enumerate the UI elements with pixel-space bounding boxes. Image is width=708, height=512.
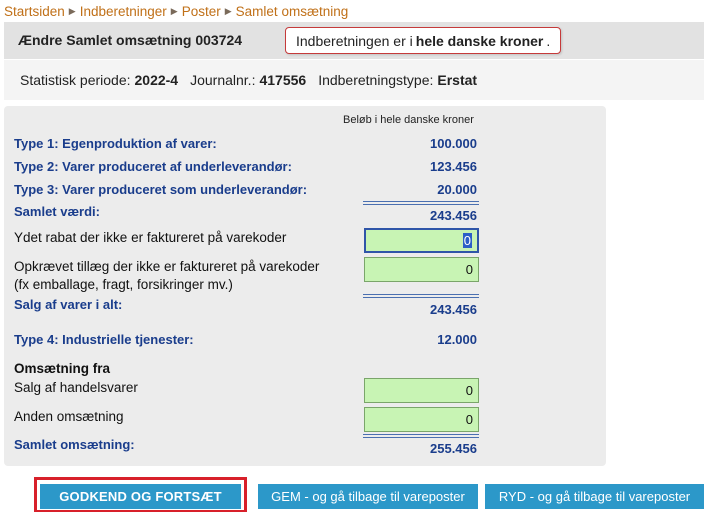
type4-label: Type 4: Industrielle tjenester: xyxy=(14,332,194,347)
type4-value: 12.000 xyxy=(437,332,477,347)
handelsvarer-input-value: 0 xyxy=(465,383,473,398)
samlet-vaerdi-label: Samlet værdi: xyxy=(14,204,100,219)
notice-emphasis: hele danske kroner xyxy=(415,32,544,49)
breadcrumb-startsiden[interactable]: Startsiden xyxy=(4,4,65,19)
breadcrumb-samlet-omsaetning[interactable]: Samlet omsætning xyxy=(236,4,349,19)
type2-label: Type 2: Varer produceret af underleveran… xyxy=(14,159,292,174)
currency-notice: Indberetningen er i hele danske kroner . xyxy=(285,27,562,54)
report-type-label: Indberetningstype: xyxy=(318,72,434,88)
breadcrumb: Startsiden ▶ Indberetninger ▶ Poster ▶ S… xyxy=(4,2,348,20)
period-label: Statistisk periode: xyxy=(20,72,131,88)
samlet-oms-label: Samlet omsætning: xyxy=(14,437,135,452)
sum-divider xyxy=(363,294,479,298)
type1-value: 100.000 xyxy=(430,136,477,151)
rabat-label: Ydet rabat der ikke er faktureret på var… xyxy=(14,230,287,245)
tillaeg-label-line1: Opkrævet tillæg der ikke er faktureret p… xyxy=(14,259,320,274)
rabat-input[interactable]: 0 xyxy=(364,228,479,253)
unit-note: Beløb i hele danske kroner xyxy=(343,114,474,126)
handelsvarer-input[interactable]: 0 xyxy=(364,378,479,403)
samlet-vaerdi-value: 243.456 xyxy=(430,208,477,223)
salg-label: Salg af varer i alt: xyxy=(14,297,123,312)
breadcrumb-separator-icon: ▶ xyxy=(68,5,76,16)
journal-value: 417556 xyxy=(259,72,307,88)
page-title: Ændre Samlet omsætning 003724 xyxy=(18,32,243,48)
tillaeg-label-line2: (fx emballage, fragt, forsikringer mv.) xyxy=(14,277,233,292)
anden-input[interactable]: 0 xyxy=(364,407,479,432)
sum-divider xyxy=(363,434,479,438)
breadcrumb-poster[interactable]: Poster xyxy=(182,4,221,19)
salg-value: 243.456 xyxy=(430,302,477,317)
save-button[interactable]: GEM - og gå tilbage til vareposter xyxy=(258,484,478,509)
sum-divider xyxy=(363,201,479,205)
omsaetning-heading: Omsætning fra xyxy=(14,361,111,376)
period-value: 2022-4 xyxy=(134,72,179,88)
type3-value: 20.000 xyxy=(437,182,477,197)
type2-value: 123.456 xyxy=(430,159,477,174)
tillaeg-input-value: 0 xyxy=(465,262,473,277)
breadcrumb-separator-icon: ▶ xyxy=(170,5,178,16)
report-type-value: Erstat xyxy=(437,72,478,88)
anden-input-value: 0 xyxy=(465,412,473,427)
handelsvarer-label: Salg af handelsvarer xyxy=(14,380,138,395)
samlet-oms-value: 255.456 xyxy=(430,441,477,456)
rabat-input-value: 0 xyxy=(462,233,472,248)
journal-label: Journalnr.: xyxy=(190,72,256,88)
breadcrumb-separator-icon: ▶ xyxy=(224,5,232,16)
breadcrumb-indberetninger[interactable]: Indberetninger xyxy=(80,4,167,19)
type3-label: Type 3: Varer produceret som underlevera… xyxy=(14,182,308,197)
notice-text: Indberetningen er i xyxy=(296,32,413,49)
anden-label: Anden omsætning xyxy=(14,409,124,424)
approve-button[interactable]: GODKEND OG FORTSÆT xyxy=(40,484,241,509)
type1-label: Type 1: Egenproduktion af varer: xyxy=(14,136,217,151)
clear-button[interactable]: RYD - og gå tilbage til vareposter xyxy=(485,484,704,509)
notice-period: . xyxy=(546,32,551,49)
tillaeg-input[interactable]: 0 xyxy=(364,257,479,282)
report-info: Statistisk periode: 2022-4 Journalnr.: 4… xyxy=(4,60,704,100)
